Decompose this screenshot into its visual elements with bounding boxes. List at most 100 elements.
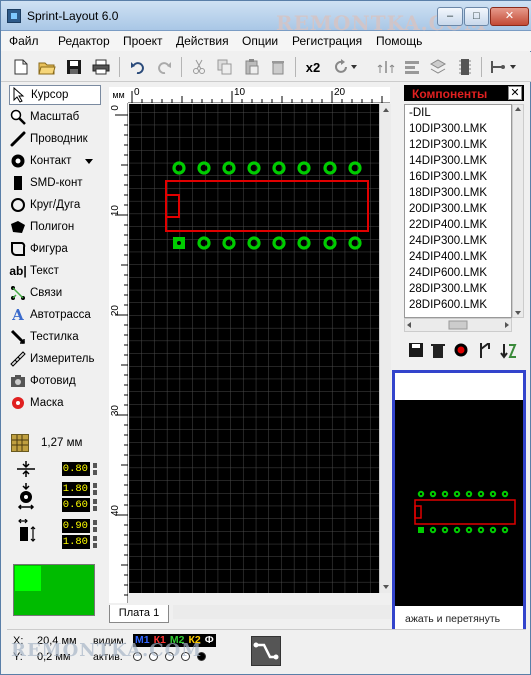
ruler-left-tick: 20 — [110, 305, 121, 317]
smd-pad-icon — [9, 175, 27, 191]
list-item[interactable]: 14DIP300.LMK — [405, 153, 511, 169]
connect-menu-caret[interactable] — [509, 57, 517, 77]
menu-project[interactable]: Проект — [123, 34, 163, 48]
component-preview[interactable]: ажать и перетянуть — [392, 370, 526, 639]
cut-icon[interactable] — [189, 57, 209, 77]
pcb-board-canvas[interactable] — [129, 104, 379, 593]
undo-icon[interactable] — [128, 57, 148, 77]
redo-icon[interactable] — [154, 57, 174, 77]
tool-polygon[interactable]: Полигон — [9, 217, 101, 237]
tool-cursor[interactable]: Курсор — [9, 85, 101, 105]
pad-outer-input[interactable]: 1.80 — [62, 482, 90, 496]
track-width-spinner[interactable] — [93, 463, 97, 475]
toolbar-separator — [295, 57, 296, 77]
list-item[interactable]: 22DIP400.LMK — [405, 217, 511, 233]
record-icon[interactable] — [454, 343, 468, 360]
maximize-button[interactable]: □ — [464, 7, 489, 26]
list-item[interactable]: 10DIP300.LMK — [405, 121, 511, 137]
ruler-top-tick: 0 — [134, 87, 140, 98]
print-icon[interactable] — [91, 57, 111, 77]
list-item[interactable]: 24DIP600.LMK — [405, 265, 511, 281]
components-close-button[interactable]: ✕ — [508, 86, 522, 100]
save-icon[interactable] — [409, 343, 423, 360]
tool-autoroute[interactable]: A Автотрасса — [9, 305, 101, 325]
tool-panel: Курсор Масштаб Проводник Контакт SMD-кон… — [7, 85, 103, 625]
menu-editor[interactable]: Редактор — [58, 34, 110, 48]
list-item[interactable]: 16DIP300.LMK — [405, 169, 511, 185]
tool-circle-arc[interactable]: Круг/Дуга — [9, 195, 101, 215]
open-folder-icon[interactable] — [37, 57, 57, 77]
tool-photo-view[interactable]: Фотовид — [9, 371, 101, 391]
component-icon[interactable] — [455, 57, 475, 77]
board-tab[interactable]: Плата 1 — [109, 605, 169, 623]
list-item[interactable]: 18DIP300.LMK — [405, 185, 511, 201]
components-list[interactable]: -DIL 10DIP300.LMK 12DIP300.LMK 14DIP300.… — [404, 104, 512, 318]
smd-width-input[interactable]: 0.90 — [62, 519, 90, 533]
pad-inner-spinner[interactable] — [93, 499, 97, 511]
tool-label: Автотрасса — [30, 309, 91, 321]
grid-icon[interactable] — [11, 434, 29, 452]
pad-dropdown-caret[interactable] — [85, 159, 93, 164]
rotate-menu-caret[interactable] — [350, 57, 358, 77]
tool-text[interactable]: ab| Текст — [9, 261, 101, 281]
tool-label: Фигура — [30, 243, 68, 255]
trash-icon[interactable] — [431, 343, 445, 361]
mirror-icon[interactable] — [376, 57, 396, 77]
ruler-top-tick: 20 — [334, 87, 346, 98]
paste-icon[interactable] — [242, 57, 262, 77]
tool-shape[interactable]: Фигура — [9, 239, 101, 259]
tool-zoom[interactable]: Масштаб — [9, 107, 101, 127]
toolbar-separator — [481, 57, 482, 77]
menu-file[interactable]: Файл — [9, 34, 39, 48]
tool-mask[interactable]: Маска — [9, 393, 101, 413]
pad-outer-spinner[interactable] — [93, 483, 97, 495]
swap-icon[interactable] — [500, 343, 518, 362]
layer-f[interactable]: Ф — [202, 634, 216, 647]
canvas-vertical-scrollbar[interactable] — [379, 104, 391, 593]
toolbar: x2 — [1, 52, 531, 82]
components-horizontal-scrollbar[interactable] — [404, 318, 512, 332]
close-button[interactable]: ✕ — [490, 7, 529, 26]
list-item[interactable]: -DIL — [405, 105, 511, 121]
list-item[interactable]: 12DIP300.LMK — [405, 137, 511, 153]
copy-icon[interactable] — [215, 57, 235, 77]
list-item[interactable]: 28DIP300.LMK — [405, 281, 511, 297]
smd-height-spinner[interactable] — [93, 536, 97, 548]
duplicate-x2-button[interactable]: x2 — [303, 57, 323, 77]
list-item[interactable]: 20DIP300.LMK — [405, 201, 511, 217]
menu-actions[interactable]: Действия — [176, 34, 229, 48]
canvas-horizontal-scrollbar[interactable] — [173, 605, 391, 619]
new-file-icon[interactable] — [11, 57, 31, 77]
grid-size-value[interactable]: 1,27 мм — [41, 437, 82, 449]
track-width-input[interactable]: 0.80 — [62, 462, 90, 476]
group-icon[interactable] — [428, 57, 448, 77]
menu-help[interactable]: Помощь — [376, 34, 422, 48]
layer-color-preview[interactable] — [13, 564, 95, 616]
tool-smd-pad[interactable]: SMD-конт — [9, 173, 101, 193]
tool-measure[interactable]: Измеритель — [9, 349, 101, 369]
align-icon[interactable] — [402, 57, 422, 77]
menu-registration[interactable]: Регистрация — [292, 34, 362, 48]
tool-pad[interactable]: Контакт — [9, 151, 101, 171]
fork-icon[interactable] — [478, 342, 492, 361]
list-item[interactable]: 24DIP300.LMK — [405, 233, 511, 249]
smd-height-input[interactable]: 1.80 — [62, 535, 90, 549]
components-vertical-scrollbar[interactable] — [512, 104, 524, 318]
layer-switch-icon[interactable] — [251, 636, 281, 666]
text-icon: ab| — [9, 264, 27, 278]
smd-width-spinner[interactable] — [93, 520, 97, 532]
delete-icon[interactable] — [268, 57, 288, 77]
connect-icon[interactable] — [488, 57, 508, 77]
save-icon[interactable] — [64, 57, 84, 77]
tool-label: Фотовид — [30, 375, 76, 387]
list-item[interactable]: 24DIP400.LMK — [405, 249, 511, 265]
list-item[interactable]: 28DIP600.LMK — [405, 297, 511, 313]
pad-inner-input[interactable]: 0.60 — [62, 498, 90, 512]
menu-options[interactable]: Опции — [242, 34, 278, 48]
tool-connections[interactable]: Связи — [9, 283, 101, 303]
app-window: Sprint-Layout 6.0 REMONTKA.COM – □ ✕ Фай… — [0, 0, 531, 675]
rotate-icon[interactable] — [331, 57, 351, 77]
tool-tester[interactable]: Тестилка — [9, 327, 101, 347]
tool-track[interactable]: Проводник — [9, 129, 101, 149]
minimize-button[interactable]: – — [437, 7, 463, 26]
